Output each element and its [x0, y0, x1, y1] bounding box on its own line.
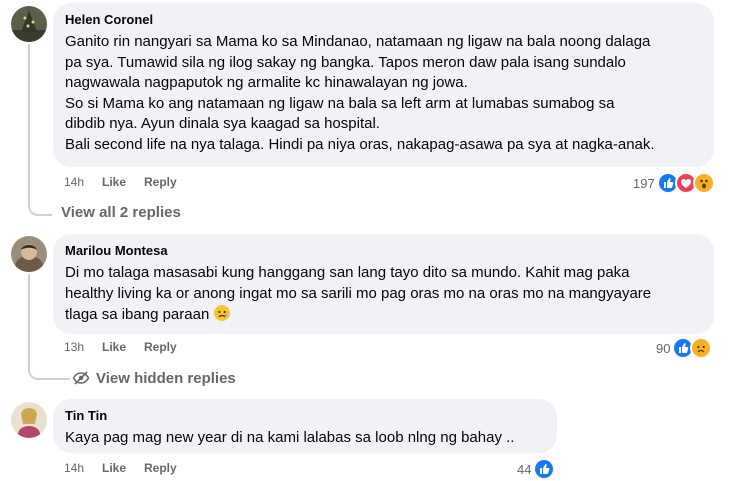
reaction-count: 197 — [633, 175, 655, 191]
avatar[interactable] — [11, 6, 47, 42]
like-icon — [533, 458, 556, 480]
comment-bubble: Tin Tin Kaya pag mag new year di na kami… — [53, 399, 557, 453]
comment-text-line: dibdib nya. Ayun dinala sya kaagad sa ho… — [65, 115, 380, 132]
comment-text: tlaga sa ibang paraan — [65, 306, 210, 323]
view-all-replies-label: View all 2 replies — [61, 204, 181, 221]
eye-slash-icon — [72, 369, 90, 387]
thread-connector — [28, 44, 52, 216]
reaction-count: 44 — [517, 461, 532, 477]
reaction-summary[interactable]: 44 — [517, 458, 556, 480]
avatar[interactable] — [11, 402, 47, 438]
comment-text-line: nagwawala nagpaputok ng armalite kc hina… — [65, 74, 468, 91]
comment-text-line: Kaya pag mag new year di na kami lalabas… — [65, 429, 515, 446]
thread-connector — [28, 274, 70, 380]
avatar[interactable] — [11, 236, 47, 272]
comment-author[interactable]: Tin Tin — [65, 408, 545, 424]
comment-timestamp[interactable]: 14h — [64, 175, 84, 189]
comment-text-line: So si Mama ko ang natamaan ng ligaw na b… — [65, 94, 615, 112]
reply-button[interactable]: Reply — [144, 340, 177, 354]
comment-text-line: Ganito rin nangyari sa Mama ko sa Mindan… — [65, 33, 651, 50]
reply-button[interactable]: Reply — [144, 461, 177, 475]
comment-bubble: Helen Coronel Ganito rin nangyari sa Mam… — [53, 3, 714, 167]
view-hidden-replies-link[interactable]: View hidden replies — [72, 369, 236, 387]
reaction-count: 90 — [656, 340, 671, 356]
reply-button[interactable]: Reply — [144, 175, 177, 189]
like-button[interactable]: Like — [102, 340, 126, 354]
comment-text-line: tlaga sa ibang paraan — [65, 304, 702, 326]
comment-author[interactable]: Helen Coronel — [65, 12, 702, 28]
comment-bubble: Marilou Montesa Di mo talaga masasabi ku… — [53, 234, 714, 334]
view-all-replies-link[interactable]: View all 2 replies — [61, 204, 181, 221]
like-button[interactable]: Like — [102, 461, 126, 475]
sad-icon — [690, 337, 713, 359]
reaction-summary[interactable]: 90 — [656, 337, 713, 359]
comment-text-line: Di mo talaga masasabi kung hanggang san … — [65, 264, 630, 281]
wow-icon — [692, 172, 715, 194]
view-hidden-replies-label: View hidden replies — [96, 369, 236, 387]
comment-text-line: pa sya. Tumawid sila ng ilog sakay ng ba… — [65, 53, 626, 71]
comment-text-line: Bali second life na nya talaga. Hindi pa… — [65, 135, 655, 153]
comment-text-line: healthy living ka or anong ingat mo sa s… — [65, 284, 652, 302]
sad-face-emoji-icon — [213, 304, 231, 322]
like-button[interactable]: Like — [102, 175, 126, 189]
comment-author[interactable]: Marilou Montesa — [65, 243, 702, 259]
reaction-summary[interactable]: 197 — [633, 172, 715, 194]
comment-timestamp[interactable]: 14h — [64, 461, 84, 475]
